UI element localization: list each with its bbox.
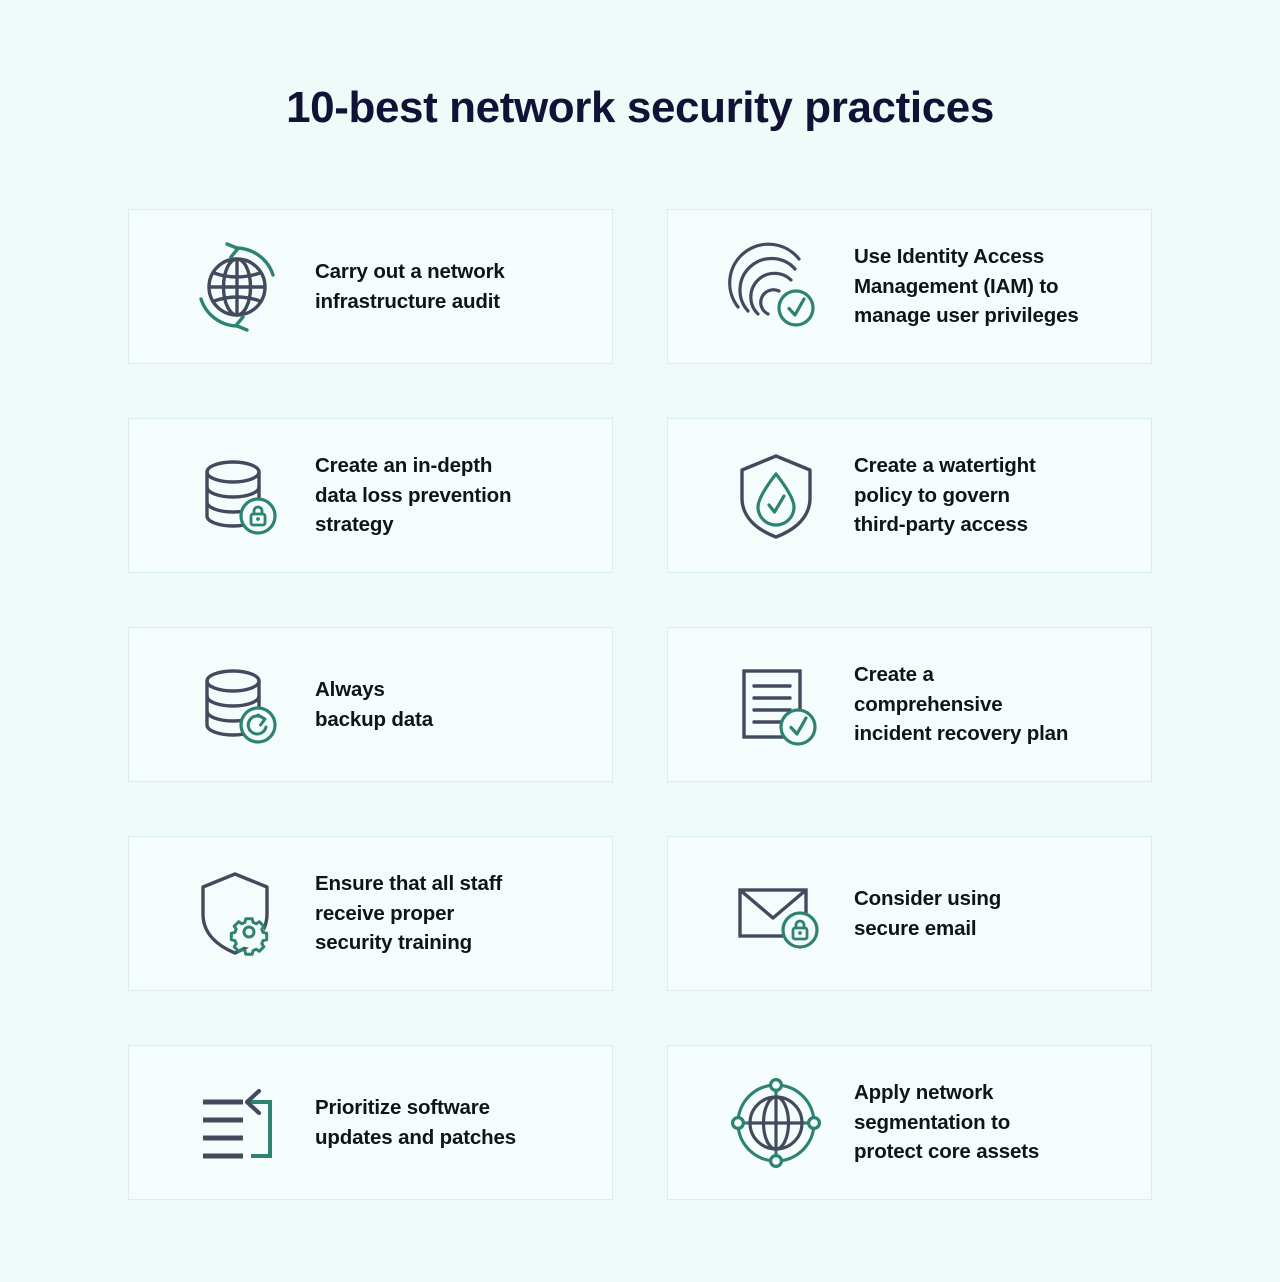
practice-label: Always backup data xyxy=(315,677,433,731)
practice-card-6[interactable]: Create a comprehensive incident recovery… xyxy=(667,627,1152,782)
practice-label: Create a watertight policy to govern thi… xyxy=(854,454,1036,537)
practice-label: Apply network segmentation to protect co… xyxy=(854,1081,1040,1164)
practice-card-7[interactable]: Ensure that all staff receive proper sec… xyxy=(128,836,613,991)
database-lock-icon xyxy=(185,444,289,548)
globe-refresh-icon xyxy=(185,235,289,339)
practice-card-3[interactable]: Create an in-depth data loss prevention … xyxy=(128,418,613,573)
practice-card-9[interactable]: Prioritize software updates and patches xyxy=(128,1045,613,1200)
practices-grid: Carry out a network infrastructure audit… xyxy=(128,209,1152,1200)
globe-network-nodes-icon xyxy=(724,1071,828,1175)
practice-card-8[interactable]: Consider using secure email xyxy=(667,836,1152,991)
list-update-arrow-icon xyxy=(185,1071,289,1175)
practice-card-10[interactable]: Apply network segmentation to protect co… xyxy=(667,1045,1152,1200)
practice-label: Create a comprehensive incident recovery… xyxy=(854,663,1069,746)
infographic-page: 10-best network security practices Carry… xyxy=(0,0,1280,1282)
practice-label: Create an in-depth data loss prevention … xyxy=(315,454,512,537)
database-backup-icon xyxy=(185,653,289,757)
practice-label: Prioritize software updates and patches xyxy=(315,1095,517,1149)
practice-card-2[interactable]: Use Identity Access Management (IAM) to … xyxy=(667,209,1152,364)
practice-card-5[interactable]: Always backup data xyxy=(128,627,613,782)
fingerprint-check-icon xyxy=(724,235,828,339)
practice-label: Carry out a network infrastructure audit xyxy=(315,259,505,313)
practice-label: Use Identity Access Management (IAM) to … xyxy=(854,245,1079,328)
document-check-icon xyxy=(724,653,828,757)
shield-gear-icon xyxy=(185,862,289,966)
practice-label: Ensure that all staff receive proper sec… xyxy=(315,872,503,955)
practice-card-4[interactable]: Create a watertight policy to govern thi… xyxy=(667,418,1152,573)
practice-label: Consider using secure email xyxy=(854,886,1002,940)
page-title: 10-best network security practices xyxy=(286,83,994,132)
shield-droplet-check-icon xyxy=(724,444,828,548)
envelope-lock-icon xyxy=(724,862,828,966)
practice-card-1[interactable]: Carry out a network infrastructure audit xyxy=(128,209,613,364)
